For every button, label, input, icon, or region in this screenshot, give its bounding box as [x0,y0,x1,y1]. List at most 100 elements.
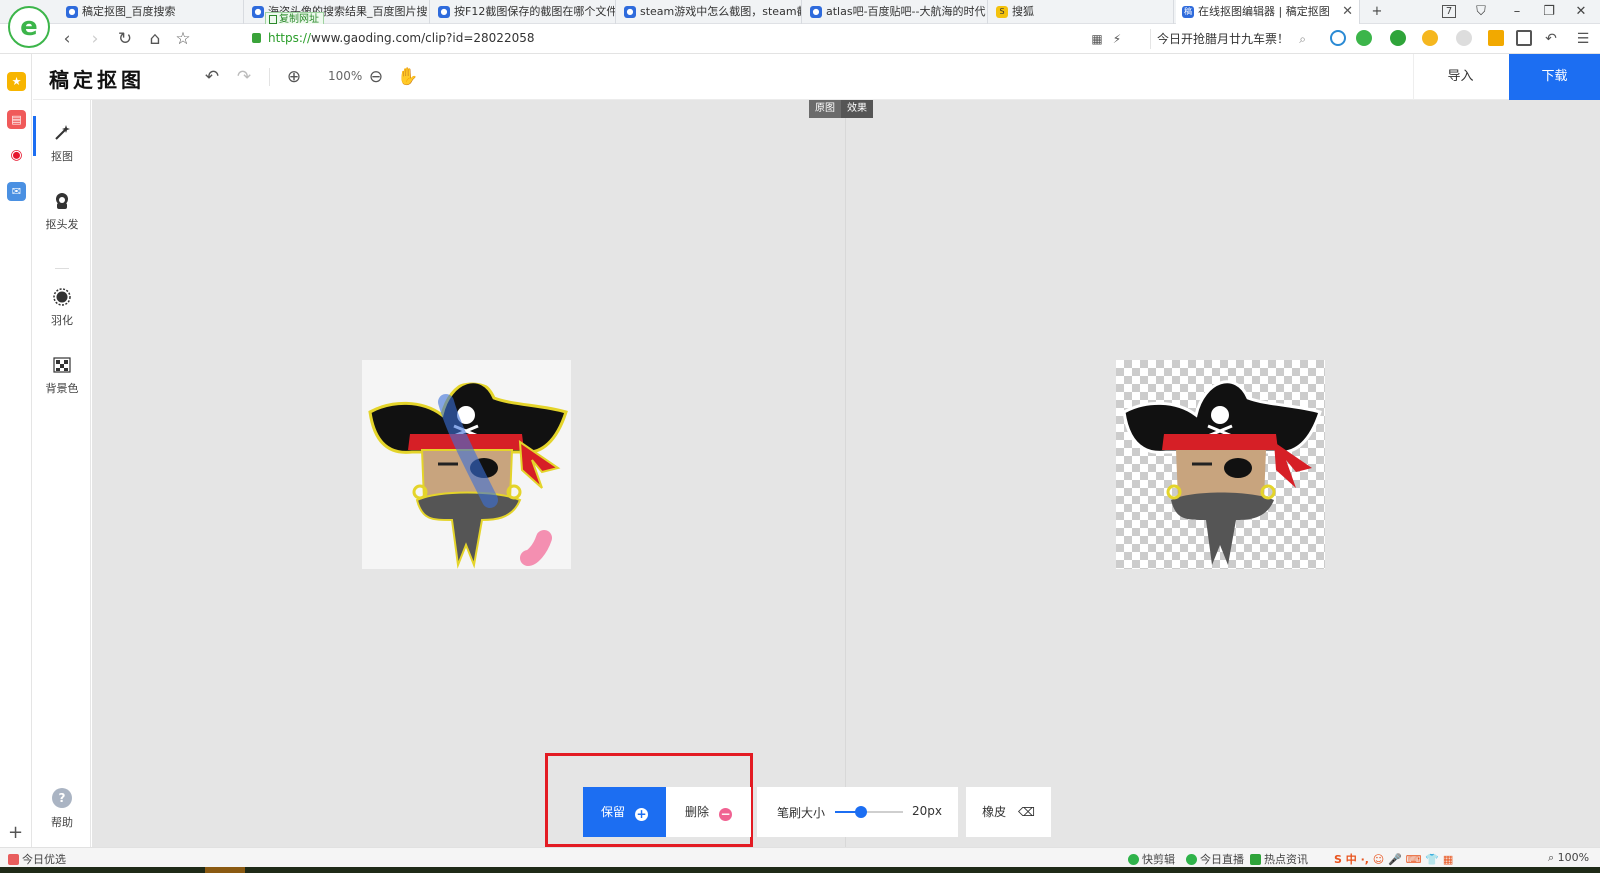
view-toggle[interactable]: 原图 效果 [809,100,873,118]
scissors-icon[interactable] [1356,30,1372,46]
original-image[interactable] [362,360,571,569]
magnifier-icon: ⌕ [1548,851,1558,864]
sohu-icon: S [996,6,1008,18]
app-logo: 稿定抠图 [49,68,145,92]
view-effect-tab[interactable]: 效果 [841,100,873,118]
home-icon[interactable]: ⌂ [144,28,166,50]
address-bar: ‹ › ↻ ⌂ ☆ https://www.gaoding.com/clip?i… [0,24,1600,54]
sogou-ime-icon[interactable]: S 中 ·, ☺ 🎤 ⌨ 👕 ▦ [1334,851,1453,867]
shield-icon[interactable] [1422,30,1438,46]
menu-icon[interactable]: ☰ [1572,28,1594,50]
tool-panel: 抠图 抠头发 羽化 背景色 [33,100,91,847]
close-window-icon[interactable]: ✕ [1566,0,1596,24]
zoom-out-icon[interactable]: ⊖ [365,66,387,88]
forward-icon[interactable]: › [84,28,106,50]
plus-circle-icon: + [635,807,648,821]
brush-size-value: 20px [912,804,942,818]
checkerboard-icon [53,357,71,373]
brush-size-control: 笔刷大小 20px [757,787,958,837]
help-button[interactable]: ? 帮助 [33,788,91,830]
tool-hair[interactable]: 抠头发 [33,192,91,232]
browser-sidebar: ★ ▤ ◉ ✉ + [0,54,32,847]
tool-feather[interactable]: 羽化 [33,288,91,328]
speed-dial-icon[interactable] [1330,30,1346,46]
browser-tab[interactable]: ● 稿定抠图_百度搜索 [60,0,244,24]
pirate-original-artwork [368,374,568,569]
copy-icon [269,15,277,24]
paw-icon: ● [810,6,822,18]
hair-icon [56,193,68,209]
status-item[interactable]: 今日直播 [1186,851,1244,867]
pirate-result-artwork [1122,380,1322,565]
paw-icon: ● [624,6,636,18]
translate-icon[interactable] [1390,30,1406,46]
tool-cutout[interactable]: 抠图 [33,116,91,164]
browser-tab-active[interactable]: 稿在线抠图编辑器 | 稿定抠图 ✕ [1176,0,1360,25]
app-header: 稿定抠图 ↶ ↷ ⊕ 100% ⊖ ✋ 导入 下载 [33,54,1600,100]
qr-icon[interactable]: ▦ [1086,28,1108,50]
undo-close-icon[interactable]: ↶ [1540,28,1562,50]
back-icon[interactable]: ‹ [56,28,78,50]
chat-icon[interactable] [1456,30,1472,46]
restore-icon[interactable]: ❐ [1534,0,1564,24]
tab-count-badge[interactable]: 7 [1434,0,1464,24]
search-input[interactable]: 今日开抢腊月廿九车票！ ⌕ [1150,29,1310,49]
search-icon: ⌕ [1299,32,1306,46]
brush-size-knob[interactable] [854,806,867,818]
paw-icon: ● [252,6,264,18]
browser-tab[interactable]: ● 按F12截图保存的截图在哪个文件 [432,0,616,24]
taskbar-strip [0,867,1600,873]
mail-icon[interactable]: ✉ [7,182,26,201]
apps-grid-icon[interactable] [1488,30,1504,46]
browser-tab[interactable]: ● steam游戏中怎么截图，steam截 [618,0,802,24]
weibo-icon[interactable]: ◉ [7,146,26,165]
status-zoom[interactable]: ⌕ 100% [1548,851,1589,865]
lock-icon [252,33,261,43]
result-image[interactable] [1116,360,1325,569]
status-item[interactable]: 热点资讯 [1250,851,1308,867]
status-item[interactable]: 快剪辑 [1128,851,1175,867]
paw-icon: ● [66,6,78,18]
reload-icon[interactable]: ↻ [114,28,136,50]
lightning-icon[interactable]: ⚡ [1106,28,1128,50]
live-icon [1186,854,1197,865]
import-button[interactable]: 导入 [1413,54,1507,100]
zoom-in-icon[interactable]: ⊕ [283,66,305,88]
question-icon: ? [52,788,72,808]
view-original-tab[interactable]: 原图 [809,100,841,118]
tool-background-color[interactable]: 背景色 [33,356,91,396]
browser-tab[interactable]: S 搜狐 [990,0,1174,24]
today-picks-link[interactable]: 今日优选 [8,851,66,867]
browser-logo-icon[interactable]: e [8,6,50,48]
hand-pan-icon[interactable]: ✋ [397,66,419,88]
bookmark-star-icon[interactable]: ☆ [172,28,194,50]
url-field[interactable]: https://www.gaoding.com/clip?id=28022058 [268,31,534,45]
eraser-button[interactable]: 橡皮 ⌫ [966,787,1051,837]
split-divider [845,100,846,847]
browser-tab-bar: ● 稿定抠图_百度搜索 ● 海盗头像的搜索结果_百度图片搜 ● 按F12截图保存的截图… [0,0,1600,25]
undo-icon[interactable]: ↶ [201,66,223,88]
shirt-icon[interactable]: ⛉ [1466,0,1496,24]
reader-icon[interactable] [1516,30,1532,46]
eraser-icon: ⌫ [1017,805,1035,819]
canvas-area[interactable]: 原图 效果 [92,100,1600,847]
redo-icon[interactable]: ↷ [233,66,255,88]
download-button[interactable]: 下载 [1509,54,1600,100]
news-icon[interactable]: ▤ [7,110,26,129]
brush-size-slider[interactable] [835,806,903,818]
keep-brush-button[interactable]: 保留 + [583,787,666,837]
news-grid-icon [1250,854,1261,865]
close-tab-icon[interactable]: ✕ [1342,0,1353,24]
add-sidebar-icon[interactable]: + [8,822,23,843]
delete-brush-button[interactable]: 删除 − [666,787,751,837]
tool-divider [55,268,69,269]
feather-icon [53,288,71,306]
zoom-level: 100% [328,69,363,83]
new-tab-button[interactable]: + [1362,0,1392,24]
favorites-star-icon[interactable]: ★ [7,72,26,91]
magic-wand-icon [55,125,70,140]
gift-icon [8,854,19,865]
paw-icon: ● [438,6,450,18]
browser-tab[interactable]: ● atlas吧-百度贴吧--大航海的时代 [804,0,988,24]
minimize-icon[interactable]: – [1502,0,1532,24]
